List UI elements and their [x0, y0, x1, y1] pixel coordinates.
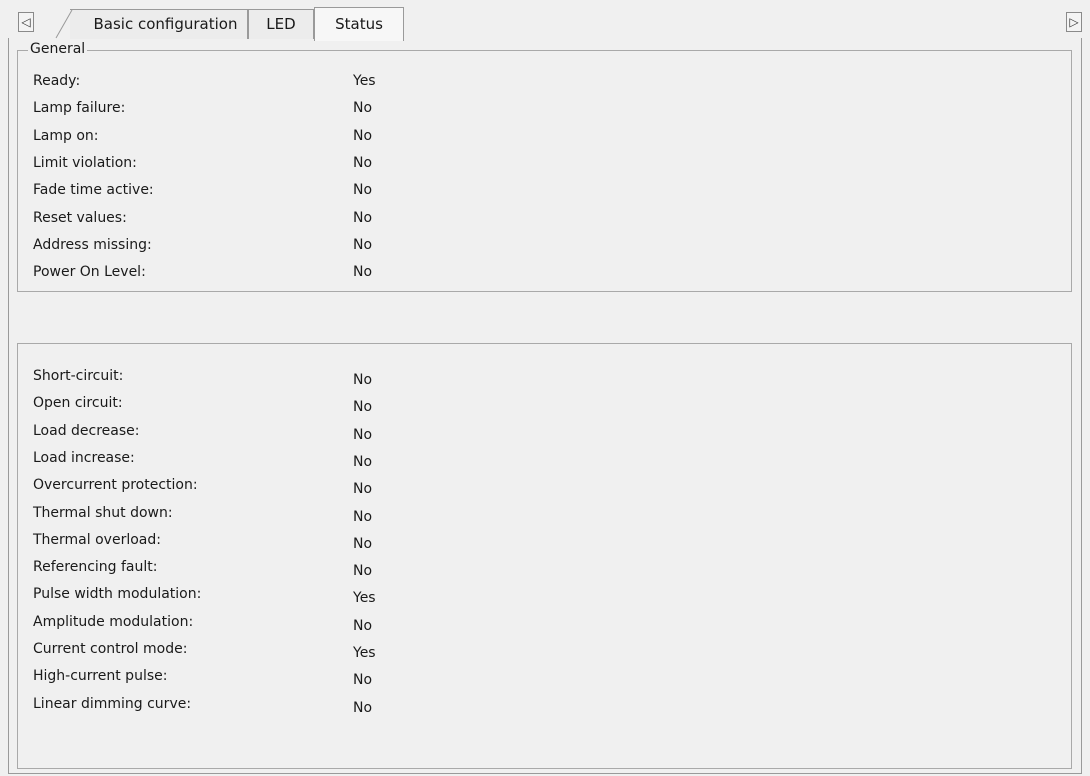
- status-row: Thermal overload: No: [33, 532, 533, 552]
- status-row: Referencing fault: No: [33, 559, 533, 579]
- status-label: Reset values:: [33, 209, 127, 226]
- status-value: No: [353, 617, 373, 634]
- status-value: No: [353, 563, 373, 580]
- status-row: Address missing: No: [33, 237, 533, 257]
- status-value: No: [353, 100, 373, 117]
- status-label: Referencing fault:: [33, 559, 158, 576]
- status-label: Overcurrent protection:: [33, 477, 198, 494]
- status-row: Lamp failure: No: [33, 100, 533, 120]
- status-row: Fade time active: No: [33, 182, 533, 202]
- status-value: No: [353, 154, 373, 171]
- tab-label: LED: [266, 15, 296, 33]
- status-value: No: [353, 453, 373, 470]
- status-label: Ready:: [33, 73, 81, 89]
- status-label: Fade time active:: [33, 182, 154, 199]
- status-value: No: [353, 182, 373, 199]
- scroll-tabs-right-icon[interactable]: ▷: [1066, 12, 1082, 32]
- status-label: Thermal shut down:: [33, 504, 173, 521]
- status-row: Overcurrent protection: No: [33, 477, 533, 497]
- status-label: Amplitude modulation:: [33, 613, 194, 630]
- status-row: Amplitude modulation: No: [33, 614, 533, 634]
- status-label: Current control mode:: [33, 641, 188, 657]
- faults-group: Short-circuit: No Open circuit: No Load decr…: [17, 343, 1072, 769]
- status-row: High-current pulse: No: [33, 668, 533, 688]
- status-value: No: [353, 481, 373, 498]
- status-row: Limit violation: No: [33, 155, 533, 175]
- status-row: Linear dimming curve: No: [33, 696, 533, 716]
- status-label: Lamp failure:: [33, 100, 126, 117]
- status-row: Power On Level: No: [33, 264, 533, 284]
- tab-strip: ◁ Basic configuration LED Status ▷: [0, 0, 1090, 41]
- status-value: No: [353, 399, 373, 416]
- status-value: No: [353, 127, 373, 144]
- status-row: Load decrease: No: [33, 423, 533, 443]
- status-label: Thermal overload:: [33, 531, 161, 548]
- status-row: Pulse width modulation: Yes: [33, 586, 533, 606]
- status-value: Yes: [353, 590, 376, 607]
- status-label: Lamp on:: [33, 127, 99, 144]
- tab-led[interactable]: LED: [248, 9, 314, 39]
- status-value: No: [353, 672, 373, 689]
- status-label: High-current pulse:: [33, 668, 168, 685]
- tab-label: Basic configuration: [93, 15, 238, 33]
- status-row: Lamp on: No: [33, 128, 533, 148]
- status-row: Current control mode: Yes: [33, 641, 533, 661]
- general-group: General Ready: Yes Lamp failure: No Lamp on:…: [17, 41, 1072, 292]
- status-label: Power On Level:: [33, 264, 146, 281]
- status-label: Load increase:: [33, 449, 135, 466]
- status-value: Yes: [353, 73, 376, 89]
- status-window: ◁ Basic configuration LED Status ▷ Gener…: [0, 0, 1090, 776]
- status-value: No: [353, 264, 373, 281]
- status-value: No: [353, 209, 373, 226]
- status-label: Limit violation:: [33, 154, 137, 171]
- status-label: Address missing:: [33, 236, 152, 253]
- tab-status[interactable]: Status: [314, 7, 404, 41]
- status-row: Reset values: No: [33, 210, 533, 230]
- status-value: Yes: [353, 645, 376, 661]
- status-label: Load decrease:: [33, 422, 140, 439]
- group-title: General: [28, 41, 88, 57]
- status-row: Short-circuit: No: [33, 368, 533, 388]
- status-value: No: [353, 426, 373, 443]
- status-row: Thermal shut down: No: [33, 505, 533, 525]
- status-value: No: [353, 508, 373, 525]
- status-value: No: [353, 699, 373, 716]
- status-row: Load increase: No: [33, 450, 533, 470]
- status-label: Short-circuit:: [33, 368, 124, 384]
- status-value: No: [353, 535, 373, 552]
- status-value: No: [353, 372, 373, 388]
- status-label: Open circuit:: [33, 395, 123, 412]
- tab-label: Status: [335, 15, 383, 33]
- status-row: Open circuit: No: [33, 395, 533, 415]
- tab-basic-configuration[interactable]: Basic configuration: [70, 9, 248, 39]
- status-label: Linear dimming curve:: [33, 695, 192, 712]
- status-label: Pulse width modulation:: [33, 586, 202, 603]
- status-row: Ready: Yes: [33, 73, 533, 93]
- scroll-tabs-left-icon[interactable]: ◁: [18, 12, 34, 32]
- status-value: No: [353, 236, 373, 253]
